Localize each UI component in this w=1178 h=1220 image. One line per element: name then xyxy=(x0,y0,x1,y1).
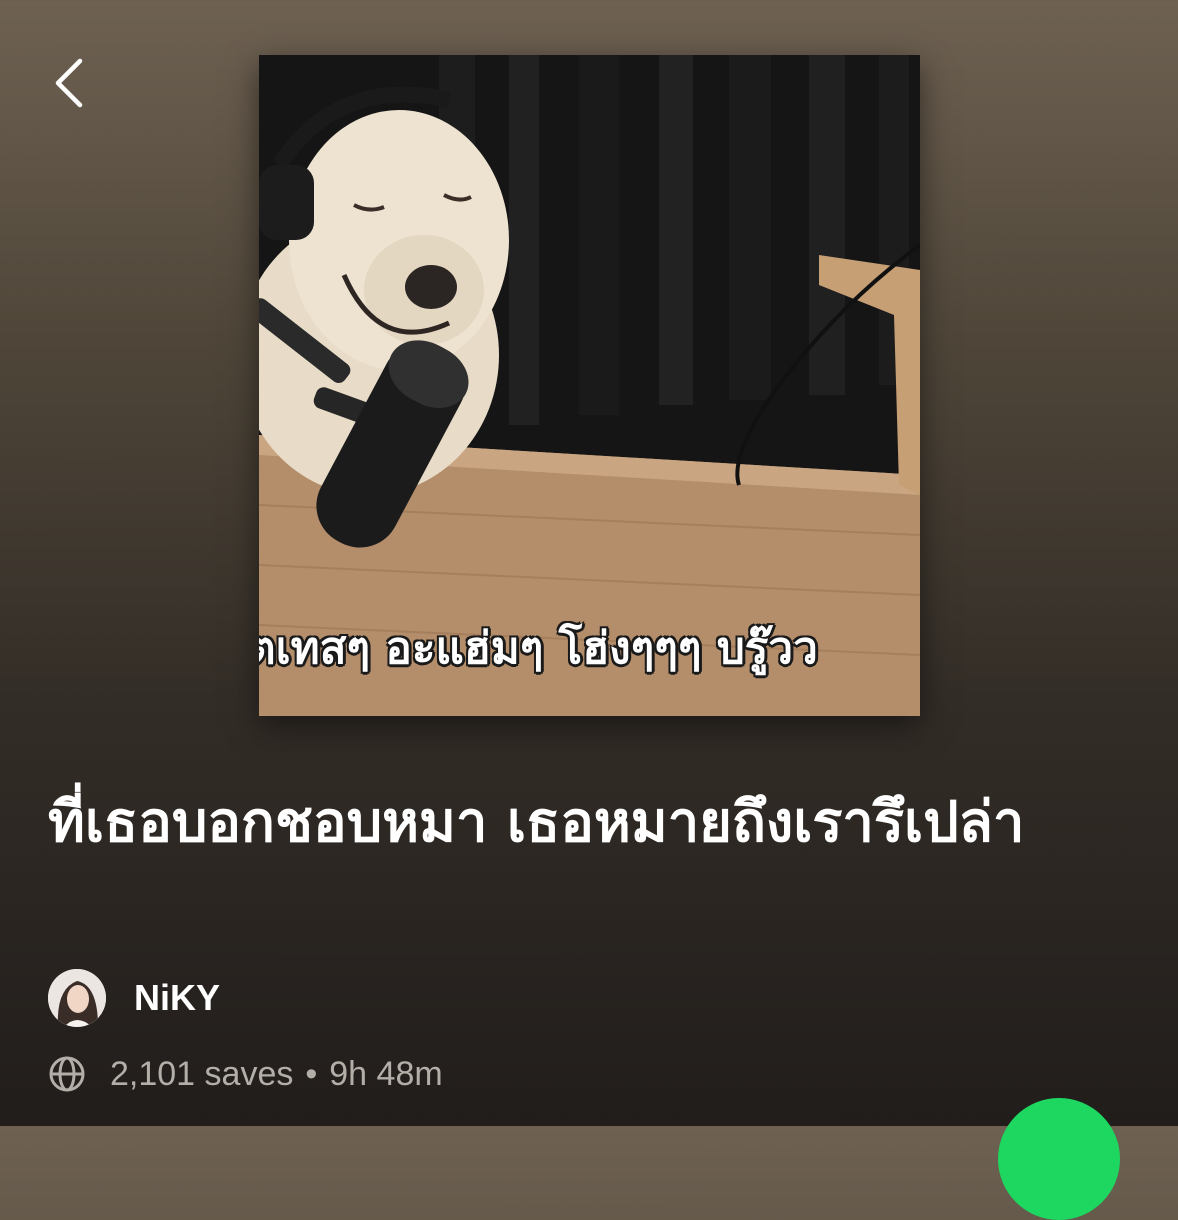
playlist-meta: 2,101 saves • 9h 48m xyxy=(48,1052,443,1096)
chevron-left-icon xyxy=(55,58,83,108)
owner-name: NiKY xyxy=(134,977,221,1018)
playlist-owner[interactable]: NiKY xyxy=(48,968,220,1028)
meta-separator: • xyxy=(305,1054,318,1093)
saves-count: 2,101 saves xyxy=(110,1054,294,1093)
play-button[interactable] xyxy=(998,1098,1120,1220)
globe-icon xyxy=(49,1056,85,1092)
playlist-title: ที่เธอบอกชอบหมา เธอหมายถึงเรารึเปล่า xyxy=(48,790,1025,855)
playlist-cover-image: ตเทสๆ อะแฮ่มๆ โฮ่งๆๆๆ บรู๊วว xyxy=(259,55,920,716)
total-duration: 9h 48m xyxy=(329,1054,443,1093)
back-button[interactable] xyxy=(40,48,100,118)
cover-caption-text: ตเทสๆ อะแฮ่มๆ โฮ่งๆๆๆ บรู๊วว xyxy=(259,623,818,674)
owner-avatar xyxy=(48,969,106,1027)
